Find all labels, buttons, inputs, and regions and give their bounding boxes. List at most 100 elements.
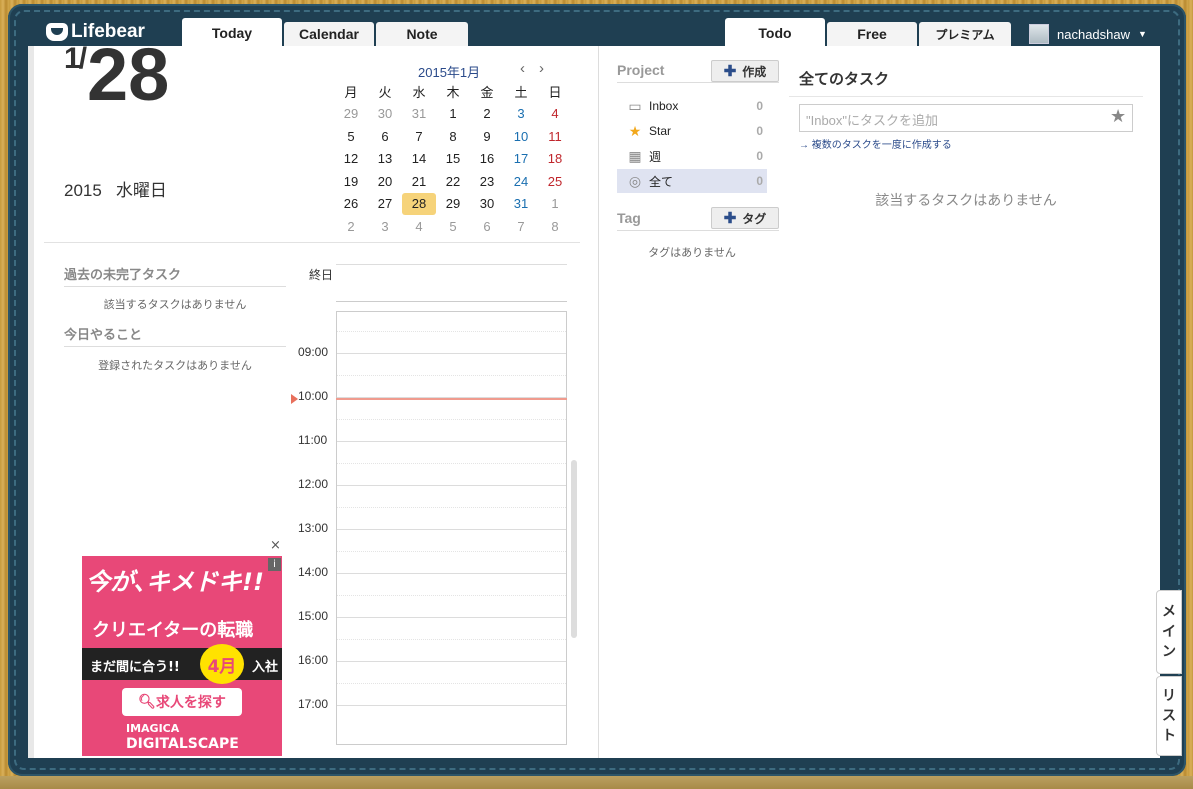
side-tab-char: ト — [1162, 728, 1176, 744]
day-timeline[interactable] — [336, 311, 567, 745]
calendar-day[interactable]: 6 — [470, 215, 504, 238]
hour-line — [337, 529, 566, 530]
calendar-title[interactable]: 2015年1月 — [418, 62, 480, 81]
project-item-star[interactable]: ★ Star 0 — [617, 119, 767, 143]
today-tasks-title: 今日やること — [64, 324, 286, 347]
big-date: 1/28 — [64, 38, 169, 112]
calendar-day[interactable]: 31 — [504, 193, 538, 216]
ad-button-label: 求人を探す — [155, 695, 226, 711]
next-month-button[interactable]: › — [539, 60, 544, 77]
calendar-day[interactable]: 9 — [470, 125, 504, 148]
calendar-day[interactable]: 27 — [368, 193, 402, 216]
calendar-day[interactable]: 1 — [538, 193, 572, 216]
calendar-day[interactable]: 6 — [368, 125, 402, 148]
plus-icon: ✚ — [723, 210, 737, 227]
divider — [44, 242, 580, 243]
ad-brand-2: DIGITALSCAPE — [126, 736, 239, 752]
time-label: 16:00 — [298, 653, 329, 667]
ad-search-button[interactable]: 🔍︎ 求人を探す — [122, 688, 242, 716]
scrollbar[interactable] — [571, 460, 577, 638]
calendar-day[interactable]: 4 — [538, 103, 572, 126]
project-item-week[interactable]: ▦ 週 0 — [617, 144, 767, 168]
calendar-day[interactable]: 23 — [470, 170, 504, 193]
create-tag-button[interactable]: ✚ タグ — [711, 207, 779, 229]
hour-line — [337, 617, 566, 618]
user-menu[interactable]: nachadshaw ▼ — [1029, 22, 1147, 46]
half-hour-line — [337, 507, 566, 508]
calendar-day[interactable]: 29 — [436, 193, 470, 216]
bulk-create-link[interactable]: → 複数のタスクを一度に作成する — [799, 136, 952, 151]
calendar-day[interactable]: 8 — [436, 125, 470, 148]
tab-today[interactable]: Today — [182, 18, 282, 48]
calendar-day[interactable]: 13 — [368, 148, 402, 171]
calendar-day[interactable]: 19 — [334, 170, 368, 193]
weekday: 水曜日 — [115, 181, 167, 200]
calendar-day[interactable]: 7 — [402, 125, 436, 148]
weekday-header: 金 — [480, 84, 494, 100]
calendar-day[interactable]: 30 — [368, 103, 402, 126]
time-label: 09:00 — [298, 345, 329, 359]
ad-brand-1: IMAGICA — [126, 722, 180, 735]
side-tab-char: メ — [1162, 604, 1176, 620]
half-hour-line — [337, 595, 566, 596]
tab-premium[interactable]: プレミアム — [919, 22, 1011, 46]
tab-free[interactable]: Free — [827, 22, 917, 46]
calendar-day[interactable]: 11 — [538, 125, 572, 148]
calendar-day[interactable]: 20 — [368, 170, 402, 193]
calendar-day[interactable]: 3 — [504, 103, 538, 126]
calendar-day[interactable]: 2 — [334, 215, 368, 238]
tab-calendar[interactable]: Calendar — [284, 22, 374, 46]
project-item-label: Inbox — [649, 99, 679, 113]
calendar-day[interactable]: 21 — [402, 170, 436, 193]
half-hour-line — [337, 419, 566, 420]
star-icon[interactable]: ★ — [1110, 106, 1126, 127]
hour-line — [337, 485, 566, 486]
close-icon[interactable]: × — [270, 538, 281, 553]
calendar-day[interactable]: 24 — [504, 170, 538, 193]
info-icon[interactable]: i — [268, 558, 281, 571]
calendar-day[interactable]: 22 — [436, 170, 470, 193]
ad-banner[interactable]: 今が､キメドキ!! クリエイターの転職 まだ間に合う!! 4月 入社 🔍︎ 求人を… — [82, 556, 282, 756]
year: 2015 — [64, 181, 102, 200]
project-item-all[interactable]: ◎ 全て 0 — [617, 169, 767, 193]
allday-area[interactable] — [336, 264, 567, 302]
today-tasks-empty: 登録されたタスクはありません — [98, 360, 252, 372]
calendar-day[interactable]: 16 — [470, 148, 504, 171]
calendar-day[interactable]: 5 — [436, 215, 470, 238]
calendar-day[interactable]: 17 — [504, 148, 538, 171]
calendar-day[interactable]: 3 — [368, 215, 402, 238]
calendar-day[interactable]: 25 — [538, 170, 572, 193]
create-project-button[interactable]: ✚ 作成 — [711, 60, 779, 82]
tab-note[interactable]: Note — [376, 22, 468, 46]
side-tab-main[interactable]: メイン — [1156, 590, 1182, 674]
weekday-header: 水 — [412, 84, 426, 100]
calendar-day[interactable]: 2 — [470, 103, 504, 126]
side-tab-list[interactable]: リスト — [1156, 676, 1182, 756]
add-task-input[interactable]: "Inbox"にタスクを追加 — [799, 104, 1133, 132]
create-project-label: 作成 — [742, 64, 767, 79]
calendar-day[interactable]: 26 — [334, 193, 368, 216]
weekday-header: 火 — [378, 84, 392, 100]
calendar-day[interactable]: 18 — [538, 148, 572, 171]
calendar-day[interactable]: 31 — [402, 103, 436, 126]
prev-month-button[interactable]: ‹ — [520, 60, 525, 77]
calendar-day[interactable]: 14 — [402, 148, 436, 171]
calendar-day[interactable]: 8 — [538, 215, 572, 238]
half-hour-line — [337, 639, 566, 640]
ad-text-2: 入社 — [252, 660, 279, 675]
calendar-day[interactable]: 7 — [504, 215, 538, 238]
side-tab-char: リ — [1162, 688, 1176, 704]
tab-calendar-label: Calendar — [299, 26, 359, 42]
calendar-day[interactable]: 1 — [436, 103, 470, 126]
calendar-day[interactable]: 5 — [334, 125, 368, 148]
tab-todo[interactable]: Todo — [725, 18, 825, 48]
project-item-inbox[interactable]: ▭ Inbox 0 — [617, 94, 767, 118]
calendar-day[interactable]: 28 — [402, 192, 436, 215]
calendar-day[interactable]: 4 — [402, 215, 436, 238]
calendar-day[interactable]: 30 — [470, 193, 504, 216]
allday-label: 終日 — [309, 268, 334, 282]
calendar-day[interactable]: 15 — [436, 148, 470, 171]
calendar-day[interactable]: 29 — [334, 103, 368, 126]
calendar-day[interactable]: 10 — [504, 125, 538, 148]
calendar-day[interactable]: 12 — [334, 148, 368, 171]
